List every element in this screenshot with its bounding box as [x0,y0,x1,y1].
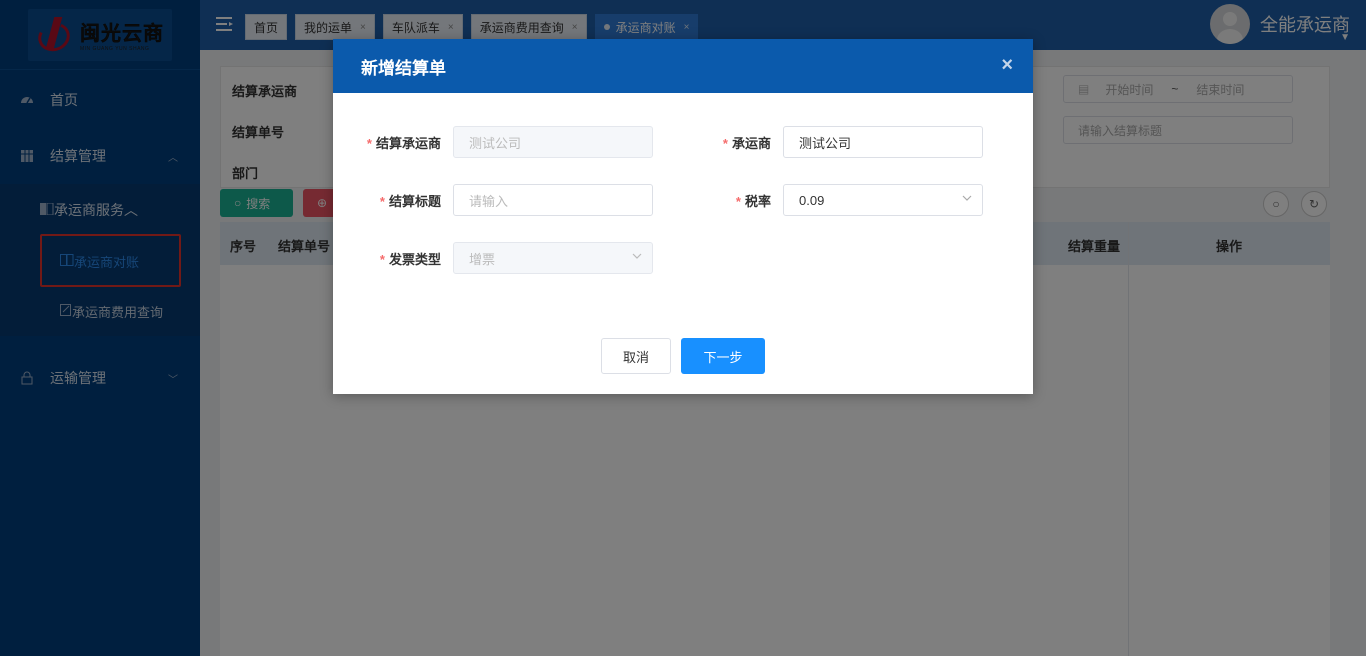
settle-carrier-label: * 结算承运商 [366,136,441,151]
title-input[interactable]: 请输入 [453,184,653,216]
carrier-input[interactable]: 测试公司 [783,126,983,158]
close-icon[interactable]: × [1001,55,1013,75]
button-label: 下一步 [703,349,743,365]
dialog-title: 新增结算单 [361,58,446,78]
button-label: 取消 [622,349,649,365]
title-label: * 结算标题 [379,194,441,209]
tax-rate-label: * 税率 [735,194,771,209]
next-step-button[interactable]: 下一步 [681,338,765,374]
select-value: 0.09 [799,192,825,208]
tax-rate-select[interactable]: 0.09 [783,184,983,216]
input-value: 测试公司 [469,135,522,151]
select-value: 增票 [469,251,496,267]
chevron-down-icon [962,195,972,201]
invoice-type-select: 增票 [453,242,653,274]
carrier-label: * 承运商 [722,136,771,151]
placeholder-text: 请输入 [469,193,509,209]
invoice-type-label: * 发票类型 [379,252,441,267]
cancel-button[interactable]: 取消 [601,338,671,374]
input-value: 测试公司 [799,135,852,151]
dialog-header: 新增结算单 × [333,39,1033,93]
chevron-down-icon [632,253,642,259]
new-settlement-dialog: 新增结算单 × * 结算承运商 测试公司 * 承运商 测试公司 * 结算标题 请输入 … [333,39,1033,394]
settle-carrier-input: 测试公司 [453,126,653,158]
